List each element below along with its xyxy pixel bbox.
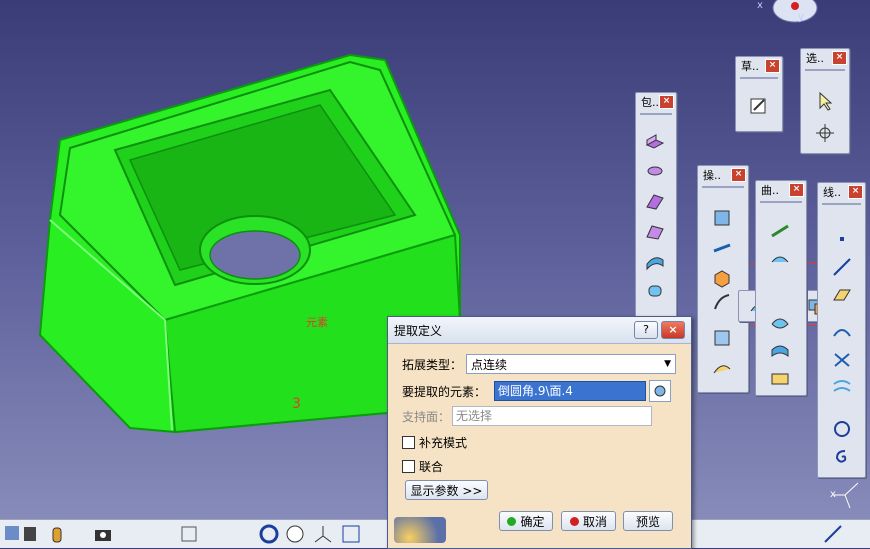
- close-icon[interactable]: ×: [731, 168, 746, 182]
- close-icon[interactable]: ×: [789, 183, 804, 197]
- select-arrow-icon[interactable]: [813, 89, 837, 113]
- propagation-type-label: 拓展类型：: [402, 357, 463, 372]
- support-label: 支持面：: [402, 409, 451, 424]
- blend-icon[interactable]: [768, 339, 792, 363]
- close-button[interactable]: ×: [661, 321, 685, 339]
- projection-icon[interactable]: [830, 319, 854, 343]
- preview-button[interactable]: 预览: [623, 511, 673, 531]
- plane-icon[interactable]: [830, 283, 854, 307]
- axis-triad-icon: x: [830, 482, 859, 509]
- join-icon[interactable]: [710, 206, 734, 230]
- toolbar-sketch[interactable]: 草.. ×: [735, 56, 783, 132]
- transform-icon[interactable]: [710, 356, 734, 380]
- split-icon[interactable]: [710, 236, 734, 260]
- ok-button[interactable]: 确定: [499, 511, 553, 531]
- compass-icon: x y: [757, 0, 818, 23]
- svg-text:x: x: [757, 0, 763, 11]
- camera-icon[interactable]: [92, 523, 114, 545]
- toolbar-select-title: 选..: [806, 52, 824, 65]
- complementary-mode-label: 补充模式: [419, 436, 468, 450]
- support-field[interactable]: 无选择: [452, 406, 652, 426]
- snap-icon[interactable]: [813, 121, 837, 145]
- close-icon[interactable]: ×: [765, 59, 780, 73]
- point-icon[interactable]: [830, 227, 854, 251]
- fillet-icon[interactable]: [710, 290, 734, 314]
- axis-icon[interactable]: [312, 523, 334, 545]
- toolbar-select[interactable]: 选.. ×: [800, 48, 850, 154]
- dialog-titlebar[interactable]: 提取定义 ? ×: [388, 317, 691, 344]
- analysis-icon[interactable]: [178, 523, 200, 545]
- toolbar-operation-title: 操..: [703, 169, 721, 182]
- cancel-icon: [569, 516, 579, 526]
- grid-icon[interactable]: [340, 523, 362, 545]
- cancel-button-label: 取消: [582, 514, 607, 529]
- cylinder-icon[interactable]: [643, 279, 667, 303]
- federation-checkbox[interactable]: [402, 460, 415, 473]
- fill-icon[interactable]: [768, 311, 792, 335]
- annotation-3: 3: [292, 396, 301, 412]
- selector-icon[interactable]: [649, 380, 671, 402]
- federation-label: 联合: [419, 460, 444, 474]
- toolbar-package-title: 包..: [641, 96, 659, 109]
- element-to-extract-label: 要提取的元素：: [402, 384, 487, 399]
- extract-definition-dialog[interactable]: 提取定义 ? × 拓展类型： 点连续 ▼ 要提取的元素： 倒圆角.9\面.4 支…: [387, 316, 692, 549]
- sketch-icon[interactable]: [747, 93, 771, 117]
- cancel-button[interactable]: 取消: [561, 511, 616, 531]
- close-icon[interactable]: ×: [832, 51, 847, 65]
- offset-icon[interactable]: [768, 367, 792, 391]
- ok-icon: [507, 516, 517, 526]
- sweep-icon[interactable]: [643, 189, 667, 213]
- revolve-surface-icon[interactable]: [768, 247, 792, 271]
- intersection-icon[interactable]: [830, 347, 854, 371]
- toolbar-sketch-title: 草..: [741, 60, 759, 73]
- element-to-extract-field[interactable]: 倒圆角.9\面.4: [494, 381, 646, 401]
- ok-button-label: 确定: [520, 514, 545, 529]
- toolbar-wireframe[interactable]: 线.. ×: [817, 182, 866, 478]
- dialog-title: 提取定义: [394, 323, 443, 338]
- revolve-icon[interactable]: [643, 159, 667, 183]
- catalog-icon[interactable]: [20, 523, 42, 545]
- toolbar-surface-title: 曲..: [761, 184, 779, 197]
- toolbar-wireframe-title: 线..: [823, 186, 841, 199]
- chevron-down-icon: ▼: [664, 359, 671, 369]
- loft-icon[interactable]: [643, 219, 667, 243]
- spiral-icon[interactable]: [830, 445, 854, 469]
- extrude-icon[interactable]: [643, 129, 667, 153]
- bottle-icon[interactable]: [46, 523, 68, 545]
- fit-all-icon[interactable]: [258, 523, 280, 545]
- close-icon[interactable]: ×: [848, 185, 863, 199]
- help-button[interactable]: ?: [634, 321, 658, 339]
- extrude-surface-icon[interactable]: [768, 219, 792, 243]
- toolbar-operation[interactable]: 操.. ×: [697, 165, 749, 393]
- pan-icon[interactable]: [284, 523, 306, 545]
- toolbar-surface[interactable]: 曲.. ×: [755, 180, 807, 396]
- annotation-object-label: 元素: [306, 316, 328, 329]
- propagation-type-select[interactable]: 点连续 ▼: [466, 354, 676, 374]
- close-icon[interactable]: ×: [659, 95, 674, 109]
- extract-icon[interactable]: [710, 266, 734, 290]
- translate-icon[interactable]: [710, 326, 734, 350]
- measure-icon[interactable]: [822, 523, 844, 545]
- svg-text:y: y: [798, 12, 804, 23]
- propagation-type-value: 点连续: [471, 357, 508, 372]
- toolbar-package[interactable]: 包.. ×: [635, 92, 677, 330]
- parallel-curve-icon[interactable]: [830, 375, 854, 399]
- show-parameters-button[interactable]: 显示参数 >>: [405, 480, 488, 500]
- dialog-decoration: [394, 517, 446, 543]
- svg-text:x: x: [830, 489, 836, 500]
- circle-icon[interactable]: [830, 417, 854, 441]
- line-icon[interactable]: [830, 255, 854, 279]
- surface-patch-icon[interactable]: [643, 249, 667, 273]
- complementary-mode-checkbox[interactable]: [402, 436, 415, 449]
